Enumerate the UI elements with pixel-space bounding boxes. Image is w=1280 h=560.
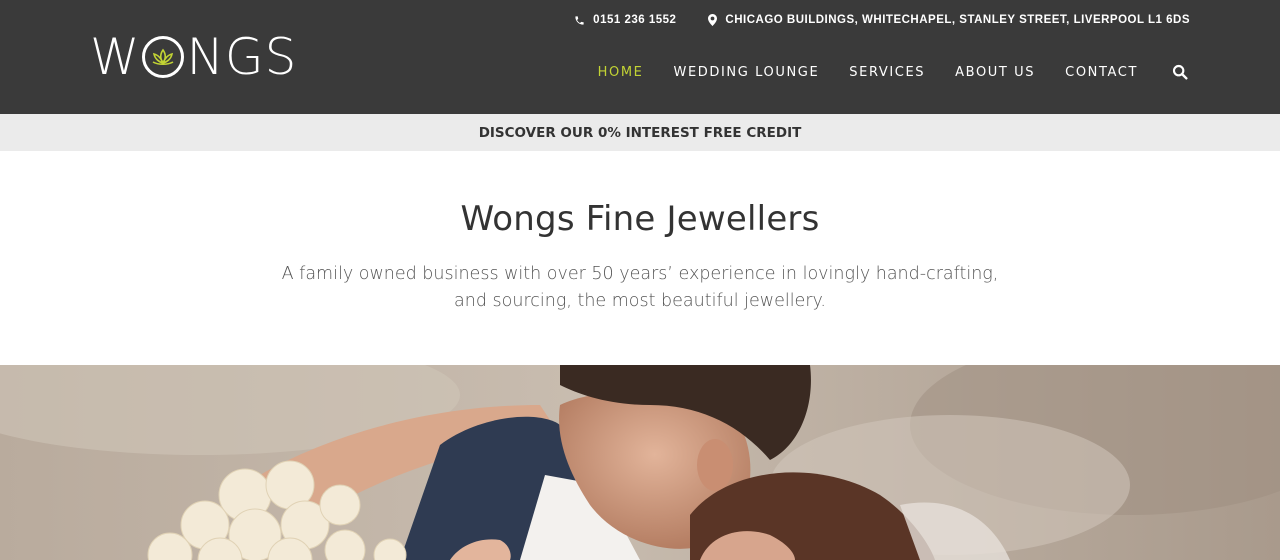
nav-contact[interactable]: CONTACT — [1065, 65, 1138, 80]
nav-home[interactable]: HOME — [598, 65, 644, 80]
site-logo[interactable]: W NGS — [90, 28, 310, 86]
phone-number: 0151 236 1552 — [593, 14, 677, 26]
promo-bar: DISCOVER OUR 0% INTEREST FREE CREDIT — [0, 114, 1280, 151]
search-icon — [1172, 64, 1188, 80]
contact-bar: 0151 236 1552 CHICAGO BUILDINGS, WHITECH… — [574, 14, 1190, 26]
hero-image — [0, 365, 1280, 560]
address-contact[interactable]: CHICAGO BUILDINGS, WHITECHAPEL, STANLEY … — [708, 14, 1190, 26]
nav-wedding-lounge[interactable]: WEDDING LOUNGE — [674, 65, 820, 80]
intro-section: Wongs Fine Jewellers A family owned busi… — [0, 151, 1280, 365]
nav-about-us[interactable]: ABOUT US — [955, 65, 1035, 80]
main-nav: HOME WEDDING LOUNGE SERVICES ABOUT US CO… — [598, 62, 1190, 82]
map-pin-icon — [708, 14, 718, 26]
address-text: CHICAGO BUILDINGS, WHITECHAPEL, STANLEY … — [725, 14, 1190, 26]
lotus-icon — [142, 36, 185, 78]
interest-free-credit-link[interactable]: DISCOVER OUR 0% INTEREST FREE CREDIT — [479, 125, 802, 141]
intro-description: A family owned business with over 50 yea… — [281, 264, 999, 311]
site-header: W NGS 0151 236 1552 CHICAGO BUILDINGS, W… — [0, 0, 1280, 114]
search-button[interactable] — [1170, 62, 1190, 82]
phone-contact[interactable]: 0151 236 1552 — [574, 14, 676, 26]
wedding-couple-photo — [0, 365, 1280, 560]
phone-icon — [575, 15, 584, 25]
page-title: Wongs Fine Jewellers — [460, 199, 820, 239]
nav-services[interactable]: SERVICES — [849, 65, 925, 80]
logo-wordmark: W NGS — [90, 28, 298, 86]
